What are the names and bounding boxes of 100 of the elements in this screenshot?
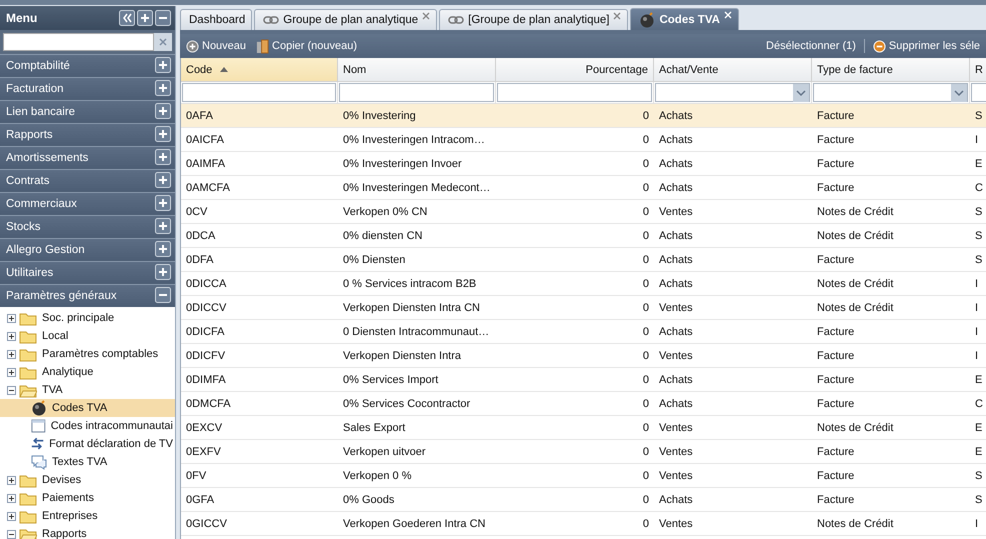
arrows-icon	[31, 436, 44, 452]
column-header[interactable]: Type de facture	[812, 58, 970, 82]
table-cell: Facture	[817, 398, 854, 410]
filter-field[interactable]	[497, 83, 652, 102]
filter-field[interactable]	[339, 83, 494, 102]
table-cell: 0% Investeringen Invoer	[343, 158, 462, 170]
link-icon	[448, 15, 464, 25]
tree-item[interactable]: Soc. principale	[40, 311, 116, 325]
window-icon	[31, 418, 46, 434]
table-cell: E	[975, 374, 982, 386]
table-cell: 0AFA	[186, 110, 213, 122]
table-cell: 0	[642, 518, 649, 530]
table-cell: Achats	[659, 230, 693, 242]
table-cell: 0AIMFA	[186, 158, 226, 170]
table-cell: E	[975, 158, 982, 170]
table-cell: 0	[642, 254, 649, 266]
table-cell: Ventes	[659, 518, 693, 530]
column-header[interactable]: R	[970, 58, 986, 82]
folder-icon	[19, 472, 37, 488]
table-cell: Achats	[659, 326, 693, 338]
table-cell: Verkopen Diensten Intra	[343, 350, 462, 362]
table-cell: S	[975, 254, 982, 266]
tree-item[interactable]: Format déclaration de TV	[47, 437, 175, 451]
expand-icon[interactable]	[7, 368, 16, 376]
table-cell: 0	[642, 206, 649, 218]
expand-icon[interactable]	[7, 512, 16, 520]
table-cell: 0AICFA	[186, 134, 224, 146]
tab[interactable]: Dashboard	[180, 9, 252, 30]
close-icon[interactable]	[613, 12, 622, 20]
table-cell: Facture	[817, 374, 854, 386]
table-cell: Verkopen uitvoer	[343, 446, 426, 458]
tree-item[interactable]: Paiements	[40, 491, 96, 505]
table-cell: 0	[642, 134, 649, 146]
table-cell: Facture	[817, 110, 854, 122]
collapse-icon[interactable]	[7, 386, 16, 394]
expand-icon[interactable]	[7, 494, 16, 502]
table-cell: Verkopen 0 %	[343, 470, 412, 482]
table-cell: Facture	[817, 134, 854, 146]
expand-all-icon[interactable]	[137, 10, 153, 26]
table-cell: 0CV	[186, 206, 208, 218]
folder-icon	[19, 526, 37, 539]
table-cell: C	[975, 182, 983, 194]
ball-icon	[31, 400, 47, 416]
tree-item[interactable]: Analytique	[40, 365, 96, 379]
table-cell: Verkopen 0% CN	[343, 206, 428, 218]
collapse-icon[interactable]	[7, 530, 16, 538]
tree-item[interactable]: Local	[40, 329, 70, 343]
column-header[interactable]: Pourcentage	[496, 58, 654, 82]
table-cell: 0% Investering	[343, 110, 416, 122]
collapse-all-icon[interactable]	[155, 10, 171, 26]
table-cell: 0DICCV	[186, 302, 226, 314]
table-cell: Achats	[659, 110, 693, 122]
toolbar-button[interactable]: Nouveau	[184, 40, 248, 52]
table-cell: Ventes	[659, 446, 693, 458]
toolbar-button[interactable]: Supprimer les séle	[870, 40, 982, 52]
tree-item[interactable]: Textes TVA	[50, 455, 110, 469]
tree-item[interactable]: Devises	[40, 473, 84, 487]
tree-item[interactable]: Paramètres comptables	[40, 347, 160, 361]
tree-item[interactable]: Rapports	[40, 527, 89, 539]
table-cell: I	[975, 518, 978, 530]
tree-item[interactable]: Entreprises	[40, 509, 100, 523]
search-field[interactable]	[3, 33, 154, 51]
table-cell: 0	[642, 158, 649, 170]
tab[interactable]: Codes TVA	[630, 8, 739, 30]
table-cell: 0FV	[186, 470, 206, 482]
table-cell: 0EXFV	[186, 446, 221, 458]
table-cell: 0	[642, 494, 649, 506]
table-cell: 0% diensten CN	[343, 230, 422, 242]
tab[interactable]: [Groupe de plan analytique]	[439, 9, 628, 30]
table-cell: 0% Goods	[343, 494, 394, 506]
table-cell: 0DICCA	[186, 278, 226, 290]
expand-icon[interactable]	[7, 314, 16, 322]
table-cell: I	[975, 326, 978, 338]
table-cell: Facture	[817, 254, 854, 266]
filter-field[interactable]	[182, 83, 336, 102]
close-icon[interactable]	[422, 12, 430, 20]
column-header[interactable]: Nom	[338, 58, 496, 82]
column-header[interactable]: Code	[181, 58, 338, 82]
expand-icon[interactable]	[7, 332, 16, 340]
expand-icon[interactable]	[7, 350, 16, 358]
folder-icon	[19, 346, 37, 362]
copy-icon	[256, 38, 270, 54]
table-cell: 0 % Services intracom B2B	[343, 278, 476, 290]
column-header[interactable]: Achat/Vente	[654, 58, 812, 82]
table-cell: 0% Diensten	[343, 254, 406, 266]
table-cell: 0% Services Cocontractor	[343, 398, 470, 410]
toolbar-button[interactable]: Copier (nouveau)	[254, 38, 360, 54]
table-cell: Facture	[817, 446, 854, 458]
tree-item[interactable]: TVA	[40, 383, 65, 397]
tab[interactable]: Groupe de plan analytique	[254, 9, 438, 30]
table-cell: 0GFA	[186, 494, 214, 506]
table-cell: Facture	[817, 494, 854, 506]
toolbar-button[interactable]: Désélectionner (1)	[764, 40, 858, 52]
expand-icon[interactable]	[7, 476, 16, 484]
table-cell: Ventes	[659, 350, 693, 362]
collapse-icon[interactable]	[155, 286, 171, 302]
table-cell: 0DFA	[186, 254, 214, 266]
tree-item[interactable]: Codes intracommunautai	[48, 419, 175, 433]
table-cell: 0DICFA	[186, 326, 225, 338]
table-cell: 0	[642, 422, 649, 434]
